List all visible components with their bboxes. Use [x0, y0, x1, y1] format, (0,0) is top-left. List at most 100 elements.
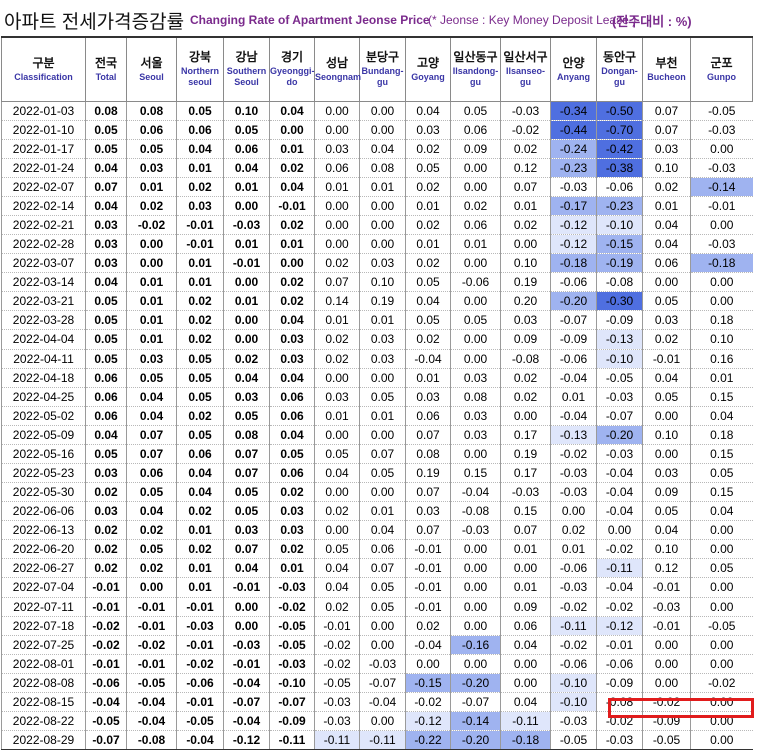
column-header-southern-seoul: 강남 Southern Seoul: [223, 36, 270, 102]
cell-northern-seoul: 0.02: [176, 406, 224, 426]
cell-anyang: -0.03: [550, 177, 597, 197]
cell-seoul: 0.01: [126, 329, 177, 350]
cell-bucheon: -0.01: [642, 616, 691, 636]
cell-bundang-gu: 0.07: [359, 558, 406, 579]
cell-goyang: 0.01: [405, 368, 451, 388]
cell-dongan-gu: -0.42: [596, 139, 643, 159]
cell-ilsandong-gu: 0.09: [450, 139, 501, 159]
cell-dongan-gu: -0.03: [596, 387, 643, 407]
cell-gyeonggi-do: 0.06: [269, 463, 315, 484]
cell-ilsanseo-gu: 0.17: [500, 463, 551, 484]
cell-seoul: 0.01: [126, 310, 177, 331]
cell-gunpo: 0.00: [690, 597, 753, 617]
cell-seongnam: 0.00: [314, 215, 360, 236]
cell-dongan-gu: -0.04: [596, 577, 643, 598]
cell-seongnam: -0.11: [314, 730, 360, 750]
cell-seoul: 0.05: [126, 139, 177, 159]
cell-gyeonggi-do: 0.01: [269, 139, 315, 159]
cell-ilsandong-gu: -0.16: [450, 635, 501, 655]
cell-ilsandong-gu: 0.00: [450, 329, 501, 350]
cell-seoul: 0.03: [126, 349, 177, 369]
table-row: 2022-05-09 0.04 0.07 0.05 0.08 0.04 0.00 0.00 0.…: [1, 425, 753, 445]
row-date: 2022-04-25: [1, 387, 86, 407]
cell-ilsanseo-gu: -0.03: [500, 101, 551, 121]
cell-bundang-gu: 0.00: [359, 368, 406, 388]
table-row: 2022-06-13 0.02 0.02 0.01 0.03 0.03 0.00 0.04 0.…: [1, 520, 753, 541]
cell-gunpo: -0.01: [690, 196, 753, 216]
cell-total: 0.06: [85, 406, 127, 426]
cell-northern-seoul: -0.05: [176, 711, 224, 732]
column-header-total: 전국 Total: [85, 36, 127, 102]
cell-anyang: -0.06: [550, 654, 597, 674]
cell-ilsandong-gu: 0.00: [450, 253, 501, 274]
cell-total: 0.03: [85, 463, 127, 484]
cell-ilsanseo-gu: 0.01: [500, 577, 551, 598]
cell-bucheon: 0.10: [642, 158, 691, 178]
cell-northern-seoul: 0.05: [176, 387, 224, 407]
cell-anyang: -0.24: [550, 139, 597, 159]
cell-total: 0.03: [85, 234, 127, 255]
cell-ilsandong-gu: 0.00: [450, 444, 501, 464]
row-date: 2022-03-21: [1, 291, 86, 312]
cell-gyeonggi-do: -0.07: [269, 692, 315, 713]
cell-seoul: 0.05: [126, 482, 177, 503]
cell-southern-seoul: 0.08: [223, 425, 270, 445]
cell-seongnam: 0.00: [314, 482, 360, 503]
cell-anyang: -0.23: [550, 158, 597, 178]
cell-ilsanseo-gu: 0.15: [500, 501, 551, 522]
cell-gunpo: 0.15: [690, 444, 753, 464]
cell-northern-seoul: 0.01: [176, 577, 224, 598]
column-header-en: Southern Seoul: [226, 66, 267, 88]
cell-goyang: 0.02: [405, 215, 451, 236]
cell-northern-seoul: 0.05: [176, 349, 224, 369]
cell-goyang: 0.07: [405, 425, 451, 445]
cell-gyeonggi-do: 0.04: [269, 177, 315, 197]
table-row: 2022-03-21 0.05 0.01 0.02 0.01 0.02 0.14 0.19 0.…: [1, 291, 753, 312]
cell-northern-seoul: -0.01: [176, 215, 224, 236]
cell-anyang: -0.03: [550, 463, 597, 484]
cell-seongnam: 0.00: [314, 520, 360, 541]
cell-gyeonggi-do: 0.00: [269, 253, 315, 274]
row-date: 2022-04-11: [1, 349, 86, 369]
cell-southern-seoul: 0.07: [223, 539, 270, 560]
cell-goyang: 0.06: [405, 406, 451, 426]
table-row: 2022-07-11 -0.01 -0.01 -0.01 0.00 -0.02 0.02 0.…: [1, 597, 753, 617]
cell-southern-seoul: 0.07: [223, 463, 270, 484]
cell-dongan-gu: -0.19: [596, 253, 643, 274]
column-header-en: Total: [95, 71, 117, 82]
column-header-bucheon: 부천 Bucheon: [642, 36, 691, 102]
cell-gunpo: 0.18: [690, 425, 753, 445]
cell-bundang-gu: 0.07: [359, 444, 406, 464]
cell-total: -0.01: [85, 597, 127, 617]
cell-northern-seoul: 0.04: [176, 482, 224, 503]
cell-ilsandong-gu: 0.00: [450, 158, 501, 178]
cell-southern-seoul: 0.01: [223, 234, 270, 255]
cell-dongan-gu: -0.10: [596, 215, 643, 236]
cell-seoul: 0.05: [126, 539, 177, 560]
cell-ilsanseo-gu: 0.04: [500, 692, 551, 713]
cell-southern-seoul: 0.00: [223, 310, 270, 331]
cell-bundang-gu: 0.01: [359, 406, 406, 426]
cell-bundang-gu: 0.00: [359, 215, 406, 236]
cell-seoul: 0.02: [126, 520, 177, 541]
cell-total: 0.02: [85, 520, 127, 541]
row-date: 2022-08-08: [1, 673, 86, 693]
cell-bucheon: 0.07: [642, 101, 691, 121]
column-header-ko: 구분: [32, 55, 55, 70]
cell-goyang: 0.07: [405, 520, 451, 541]
cell-goyang: 0.07: [405, 482, 451, 503]
cell-ilsanseo-gu: 0.02: [500, 368, 551, 388]
cell-gyeonggi-do: 0.01: [269, 234, 315, 255]
cell-seongnam: 0.02: [314, 329, 360, 350]
cell-seoul: -0.01: [126, 654, 177, 674]
cell-gyeonggi-do: 0.01: [269, 558, 315, 579]
cell-total: 0.02: [85, 482, 127, 503]
cell-seoul: 0.00: [126, 253, 177, 274]
cell-total: -0.01: [85, 577, 127, 598]
column-header-en: Ilsanseo-gu: [505, 66, 545, 88]
cell-ilsandong-gu: 0.05: [450, 310, 501, 331]
cell-ilsandong-gu: -0.20: [450, 673, 501, 693]
table-row: 2022-05-02 0.06 0.04 0.02 0.05 0.06 0.01 0.01 0.…: [1, 406, 753, 426]
cell-seongnam: 0.03: [314, 139, 360, 159]
cell-ilsandong-gu: 0.15: [450, 463, 501, 484]
